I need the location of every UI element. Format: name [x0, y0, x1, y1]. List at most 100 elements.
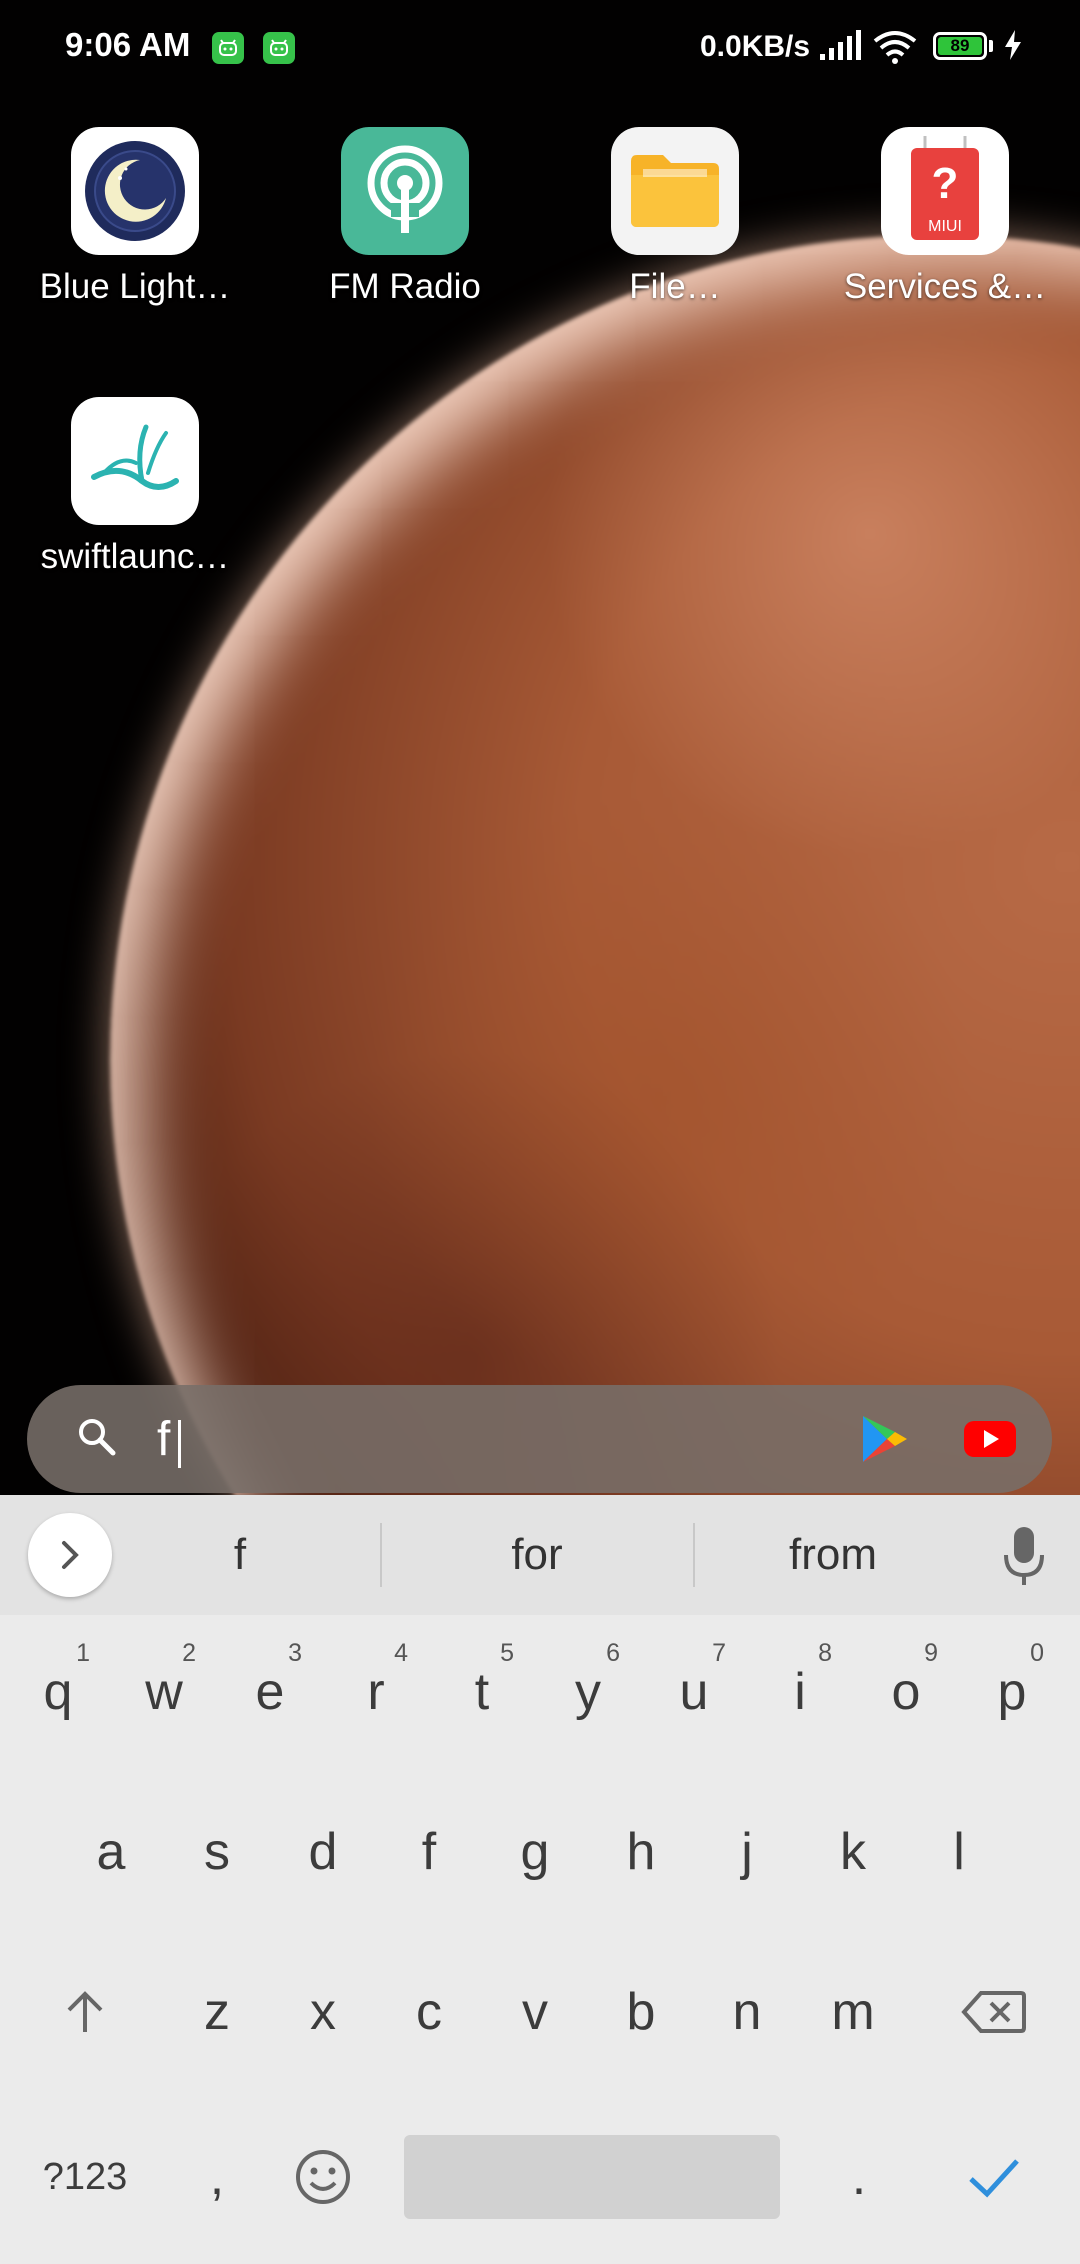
key-w[interactable]: w2	[114, 1617, 214, 1767]
key-o[interactable]: o9	[856, 1617, 956, 1767]
backspace-key[interactable]	[944, 1937, 1044, 2087]
emoji-key[interactable]	[273, 2102, 373, 2252]
key-char: z	[204, 1983, 230, 2041]
key-hint: 0	[1030, 1639, 1044, 1667]
period-label: .	[851, 2148, 867, 2206]
suggestion-item[interactable]: f	[140, 1525, 340, 1585]
key-char: i	[794, 1663, 806, 1721]
key-z[interactable]: z	[167, 1937, 267, 2087]
key-hint: 8	[818, 1639, 832, 1667]
search-bar[interactable]	[27, 1385, 1052, 1493]
comma-label: ,	[209, 2148, 225, 2206]
app-swiftlauncher[interactable]: swiftlaunc…	[30, 397, 240, 577]
comma-key[interactable]: ,	[167, 2102, 267, 2252]
key-char: l	[953, 1823, 965, 1881]
battery-nub	[989, 40, 993, 52]
key-char: f	[421, 1823, 437, 1881]
key-hint: 7	[712, 1639, 726, 1667]
key-char: e	[255, 1663, 285, 1721]
app-label: FM Radio	[329, 267, 481, 306]
key-char: y	[575, 1663, 601, 1721]
check-icon	[969, 2159, 1019, 2198]
key-char: q	[43, 1663, 73, 1721]
key-char: x	[310, 1983, 336, 2041]
key-char: c	[416, 1983, 442, 2041]
search-input[interactable]	[157, 1407, 717, 1471]
key-y[interactable]: y6	[538, 1617, 638, 1767]
key-k[interactable]: k	[803, 1777, 903, 1927]
app-services-feedback[interactable]: ? MIUI Services &…	[840, 127, 1050, 307]
app-fm-radio[interactable]: FM Radio	[300, 127, 510, 307]
symbols-key[interactable]: ?123	[35, 2102, 135, 2252]
shift-key[interactable]	[35, 1937, 135, 2087]
key-char: k	[840, 1823, 866, 1881]
key-d[interactable]: d	[273, 1777, 373, 1927]
charging-icon	[1002, 29, 1024, 66]
battery-icon: 89	[933, 32, 987, 60]
key-char: n	[732, 1983, 762, 2041]
key-b[interactable]: b	[591, 1937, 691, 2087]
expand-toolbar-button[interactable]	[28, 1513, 112, 1597]
symbols-label: ?123	[42, 2155, 128, 2198]
done-key[interactable]	[944, 2102, 1044, 2252]
key-char: r	[367, 1663, 385, 1721]
key-char: d	[308, 1823, 338, 1881]
android-notification-icon	[212, 32, 244, 64]
key-i[interactable]: i8	[750, 1617, 850, 1767]
key-r[interactable]: r4	[326, 1617, 426, 1767]
key-t[interactable]: t5	[432, 1617, 532, 1767]
key-char: j	[741, 1823, 753, 1881]
period-key[interactable]: .	[809, 2102, 909, 2252]
key-char: b	[626, 1983, 656, 2041]
key-e[interactable]: e3	[220, 1617, 320, 1767]
keyboard: f for from q1 w2 e3 r4 t5 y6 u7 i8 o9 p0…	[0, 1495, 1080, 2264]
microphone-icon[interactable]	[1000, 1519, 1048, 1594]
key-hint: 5	[500, 1639, 514, 1667]
svg-text:?: ?	[932, 159, 959, 208]
spacebar-key[interactable]	[404, 2135, 780, 2219]
key-hint: 9	[924, 1639, 938, 1667]
battery-level: 89	[938, 36, 982, 55]
key-char: w	[145, 1663, 183, 1721]
key-char: u	[679, 1663, 709, 1721]
key-char: o	[891, 1663, 921, 1721]
suggestion-divider	[380, 1523, 382, 1587]
key-p[interactable]: p0	[962, 1617, 1062, 1767]
key-char: v	[522, 1983, 548, 2041]
app-file-manager[interactable]: File…	[570, 127, 780, 307]
shift-arrow-icon	[67, 1991, 103, 2032]
key-x[interactable]: x	[273, 1937, 373, 2087]
key-hint: 1	[76, 1639, 90, 1667]
key-j[interactable]: j	[697, 1777, 797, 1927]
status-time: 9:06 AM	[65, 26, 191, 63]
key-m[interactable]: m	[803, 1937, 903, 2087]
suggestion-bar: f for from	[0, 1495, 1080, 1615]
key-h[interactable]: h	[591, 1777, 691, 1927]
key-l[interactable]: l	[909, 1777, 1009, 1927]
suggestion-item[interactable]: from	[733, 1525, 933, 1585]
play-store-icon[interactable]	[857, 1412, 911, 1471]
app-label: Services &…	[843, 267, 1047, 306]
youtube-icon[interactable]	[962, 1417, 1018, 1466]
key-s[interactable]: s	[167, 1777, 267, 1927]
key-g[interactable]: g	[485, 1777, 585, 1927]
text-cursor	[178, 1420, 181, 1468]
key-a[interactable]: a	[61, 1777, 161, 1927]
key-f[interactable]: f	[379, 1777, 479, 1927]
swiftlauncher-icon	[71, 397, 199, 525]
app-blue-light-filter[interactable]: Blue Light…	[30, 127, 240, 307]
key-char: t	[474, 1663, 490, 1721]
key-char: p	[997, 1663, 1027, 1721]
key-char: g	[520, 1823, 550, 1881]
key-hint: 3	[288, 1639, 302, 1667]
planet-wallpaper-image	[110, 235, 1080, 1495]
app-label: Blue Light…	[39, 267, 231, 306]
key-q[interactable]: q1	[8, 1617, 108, 1767]
key-n[interactable]: n	[697, 1937, 797, 2087]
key-u[interactable]: u7	[644, 1617, 744, 1767]
key-c[interactable]: c	[379, 1937, 479, 2087]
key-v[interactable]: v	[485, 1937, 585, 2087]
app-label: File…	[629, 267, 721, 306]
suggestion-item[interactable]: for	[437, 1525, 637, 1585]
key-char: a	[96, 1823, 126, 1881]
